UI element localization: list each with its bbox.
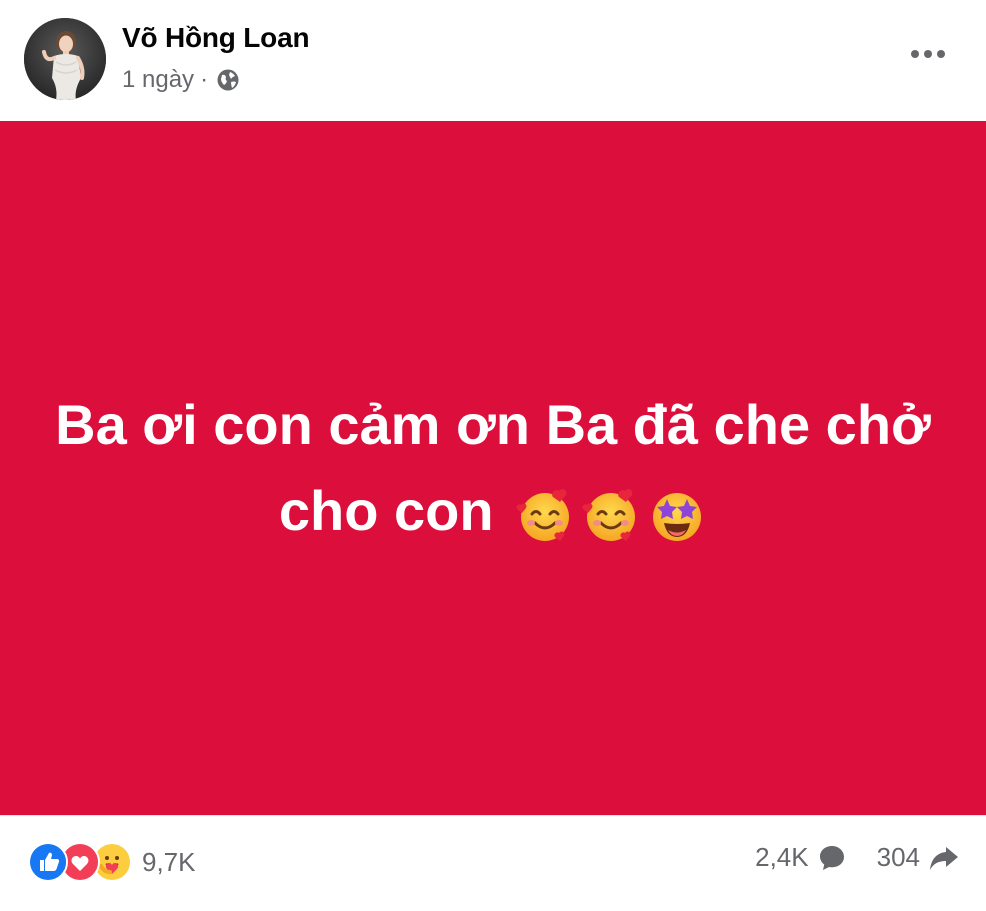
star-struck-icon [653, 493, 702, 542]
more-options-icon [911, 50, 945, 58]
facebook-post: Võ Hồng Loan 1 ngày · Ba ơi con cảm ơn B… [0, 0, 986, 910]
smiling-face-with-hearts-icon [582, 489, 636, 542]
more-options-button[interactable] [908, 40, 948, 68]
comments-stat[interactable]: 2,4K [755, 842, 847, 873]
status-emojis [515, 485, 707, 545]
share-count: 304 [876, 842, 920, 872]
like-icon [28, 842, 68, 882]
avatar-photo [24, 18, 106, 100]
status-background[interactable]: Ba ơi con cảm ơn Ba đã che chở cho con [0, 121, 986, 815]
post-footer: 9,7K 2,4K 304 [0, 815, 986, 911]
post-meta: 1 ngày · [122, 66, 240, 94]
smiling-face-with-hearts-icon [516, 489, 570, 542]
share-icon [930, 846, 958, 870]
status-text: Ba ơi con cảm ơn Ba đã che chở cho con [55, 393, 931, 542]
post-header: Võ Hồng Loan 1 ngày · [0, 0, 986, 120]
author-name[interactable]: Võ Hồng Loan [122, 22, 310, 54]
comment-icon [819, 845, 844, 870]
comment-count: 2,4K [755, 842, 809, 872]
shares-stat[interactable]: 304 [877, 842, 960, 873]
post-time[interactable]: 1 ngày [122, 66, 194, 94]
meta-separator: · [200, 66, 209, 93]
globe-icon[interactable] [216, 68, 240, 92]
engagement-stats: 2,4K 304 [755, 842, 960, 873]
author-avatar[interactable] [24, 18, 106, 100]
reaction-count: 9,7K [142, 846, 196, 877]
status-text-block: Ba ơi con cảm ơn Ba đã che chở cho con [43, 382, 943, 554]
reactions-summary[interactable]: 9,7K [28, 842, 196, 882]
